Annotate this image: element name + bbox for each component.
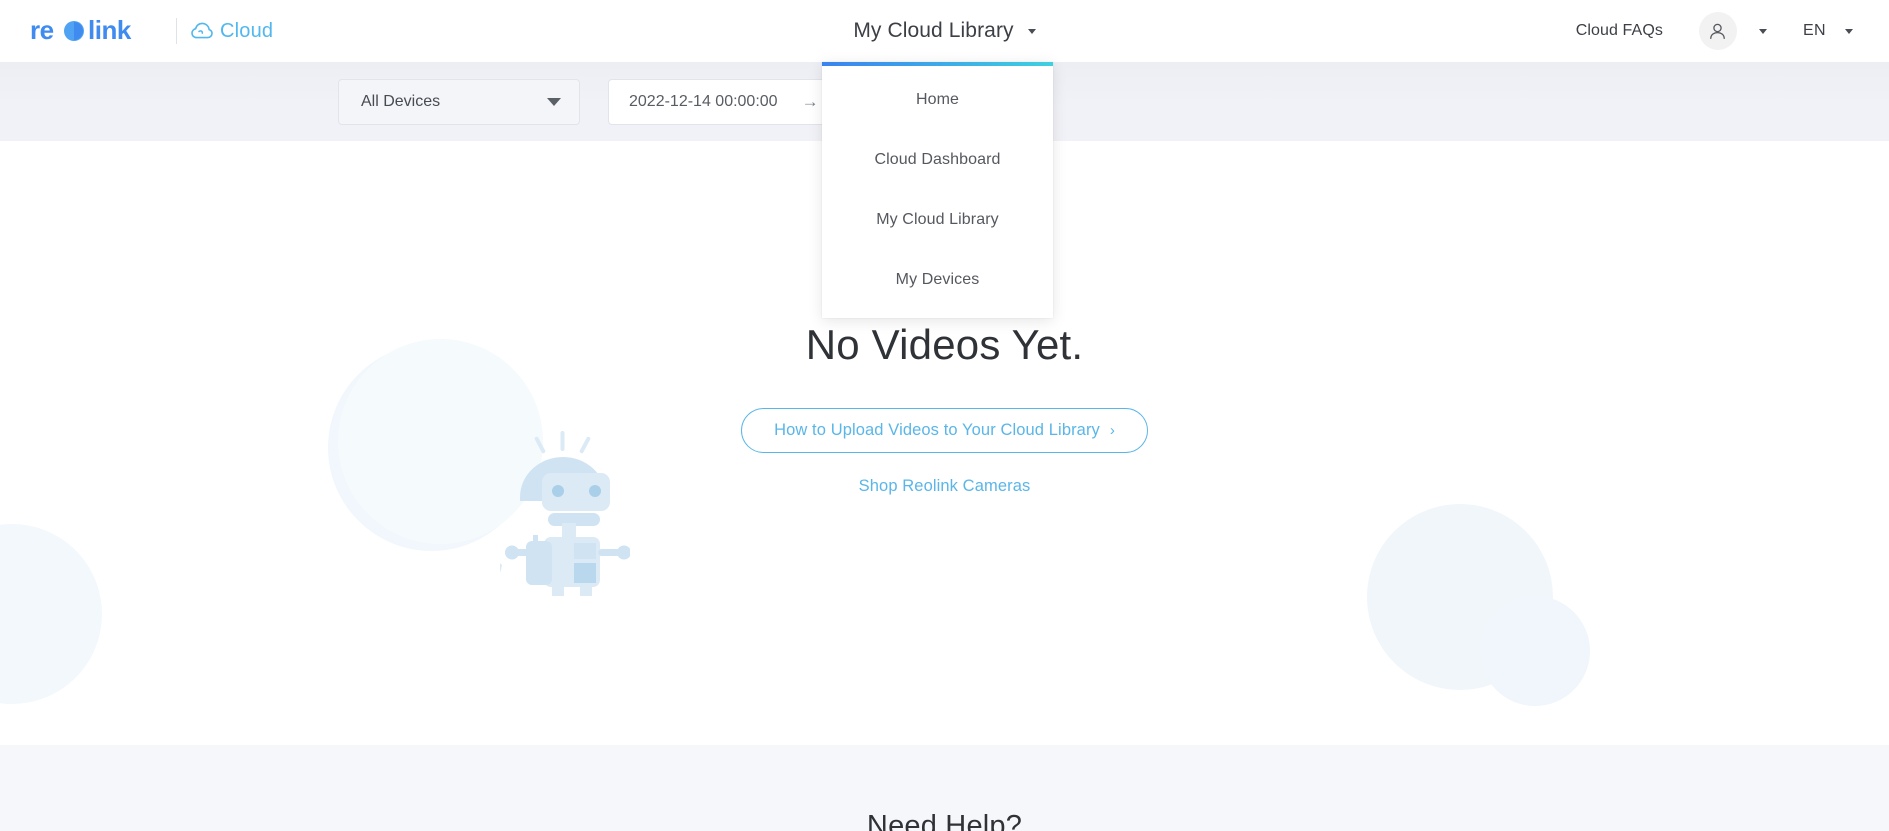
nav-dropdown-item-cloud-dashboard[interactable]: Cloud Dashboard	[822, 130, 1053, 190]
nav-dropdown-item-my-devices[interactable]: My Devices	[822, 250, 1053, 310]
language-label: EN	[1802, 22, 1826, 39]
user-icon	[1710, 23, 1726, 39]
reolink-wordmark: re link	[30, 16, 162, 46]
app-header: re link Cloud My Cloud Library Cloud FAQ…	[0, 0, 1889, 62]
arrow-right-icon: →	[801, 91, 819, 111]
need-help-title: Need Help?	[866, 810, 1023, 831]
nav-dropdown-item-home[interactable]: Home	[822, 70, 1053, 130]
chevron-right-icon: ›	[1109, 422, 1115, 439]
device-filter-select[interactable]: All Devices	[338, 78, 580, 125]
shop-reolink-cameras-link[interactable]: Shop Reolink Cameras	[859, 477, 1031, 496]
svg-text:link: link	[88, 16, 132, 45]
svg-text:re: re	[30, 16, 54, 45]
need-help-section: Need Help?	[0, 745, 1889, 831]
chevron-down-icon	[1845, 28, 1853, 34]
nav-dropdown-item-my-cloud-library[interactable]: My Cloud Library	[822, 190, 1053, 250]
reolink-logo-icon: re link	[30, 16, 132, 45]
header-right-actions: Cloud FAQs EN	[1576, 12, 1853, 50]
how-to-upload-button[interactable]: How to Upload Videos to Your Cloud Libra…	[741, 408, 1148, 453]
chevron-down-icon	[547, 97, 561, 106]
nav-title-dropdown-trigger[interactable]: My Cloud Library	[849, 13, 1039, 49]
cloud-icon	[191, 22, 213, 39]
brand-divider	[176, 18, 177, 44]
how-to-upload-label: How to Upload Videos to Your Cloud Libra…	[774, 421, 1100, 439]
chevron-down-icon	[1027, 28, 1036, 34]
cloud-faqs-link[interactable]: Cloud FAQs	[1576, 22, 1663, 40]
user-menu[interactable]	[1698, 12, 1767, 50]
date-range-start-value: 2022-12-14 00:00:00	[629, 92, 778, 110]
language-selector[interactable]: EN	[1803, 22, 1853, 40]
device-filter-value: All Devices	[361, 92, 441, 110]
nav-dropdown-menu: Home Cloud Dashboard My Cloud Library My…	[822, 62, 1053, 318]
decorative-circle-left	[0, 524, 102, 704]
cloud-text: Cloud	[220, 19, 274, 42]
decorative-circle-right-small	[1480, 596, 1590, 706]
chevron-down-icon[interactable]	[1758, 28, 1767, 34]
empty-state: No Videos Yet. How to Upload Videos to Y…	[0, 321, 1889, 496]
nav-title-label: My Cloud Library	[853, 19, 1014, 42]
empty-state-title: No Videos Yet.	[805, 321, 1084, 368]
brand-logo[interactable]: re link Cloud	[30, 16, 273, 46]
avatar[interactable]	[1698, 12, 1737, 50]
cloud-product-label: Cloud	[191, 20, 273, 43]
